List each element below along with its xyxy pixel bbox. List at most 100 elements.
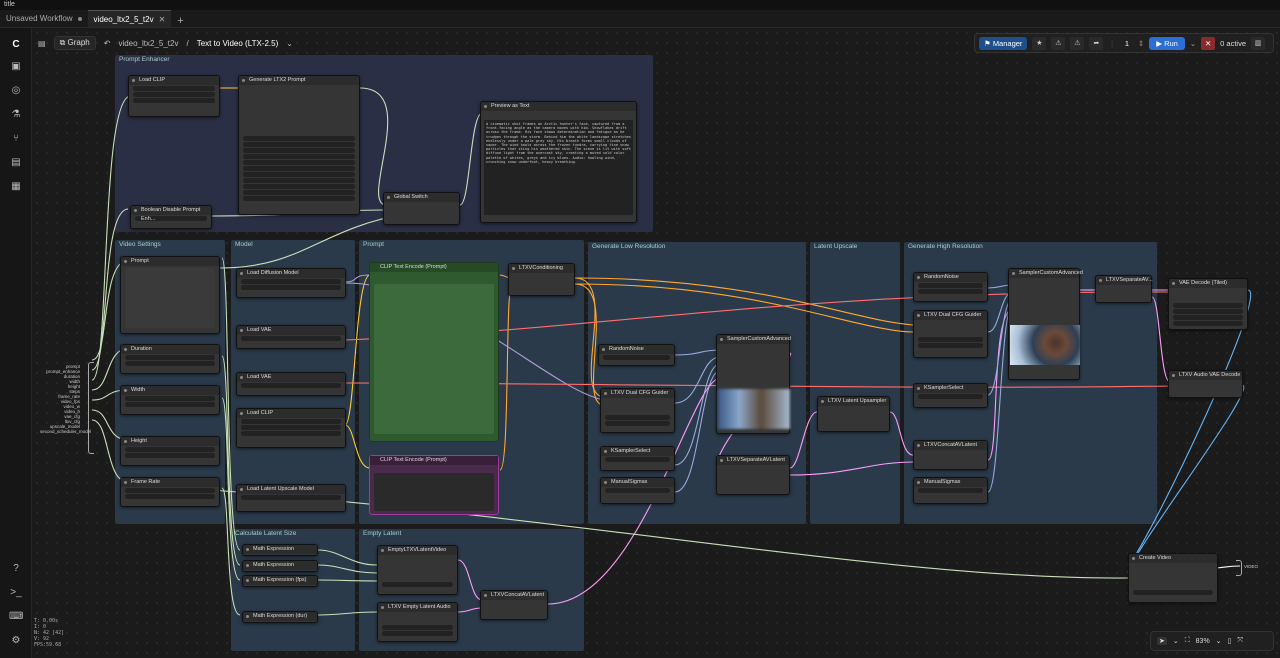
widget[interactable] [241,285,341,290]
widget[interactable] [918,488,983,493]
graph-mode-button[interactable]: ⧉ Graph [53,36,96,50]
widget[interactable] [133,86,215,91]
node-clip-text-negative[interactable]: CLIP Text Encode (Prompt) [369,455,499,515]
node-boolean-switch[interactable]: Boolean Disable Prompt Enh... [130,205,212,229]
node-load-upscale-model[interactable]: Load Latent Upscale Model [236,484,346,512]
node-duration[interactable]: Duration [120,344,220,374]
node-math-expression-3[interactable]: Math Expression (fps) [242,575,318,587]
widget[interactable] [605,457,670,462]
widget[interactable] [241,431,341,436]
stepper-icon[interactable]: ⇕ [1138,39,1144,48]
node-sampler-custom-advanced[interactable]: SamplerCustomAdvanced [716,334,791,434]
node-dual-cfg-guider-2[interactable]: LTXV Dual CFG Guider [913,310,988,358]
widget[interactable] [382,625,453,630]
node-concat-av-2[interactable]: LTXVConcatAVLatent [913,440,988,470]
widget[interactable] [243,172,355,177]
chevron-down-icon[interactable]: ⌄ [1173,637,1179,645]
widget[interactable] [243,190,355,195]
node-separate-av-2[interactable]: LTXVSeparateAV... [1095,275,1153,303]
widget[interactable] [243,160,355,165]
alert-icon[interactable]: ⚠ [1070,36,1085,50]
node-load-clip[interactable]: Load CLIP [128,75,220,117]
node-sampler-custom-advanced-2[interactable]: SamplerCustomAdvanced [1008,268,1083,380]
node-load-vae-audio[interactable]: Load VAE [236,372,346,396]
widget[interactable] [241,336,341,341]
share-icon[interactable]: ➦ [1089,36,1104,50]
pointer-icon[interactable]: ➤ [1157,637,1167,645]
widget[interactable] [125,402,215,407]
node-global-switch[interactable]: Global Switch [383,192,460,225]
widget[interactable] [241,495,341,500]
node-random-noise-2[interactable]: RandomNoise [913,272,988,302]
widget[interactable] [605,421,670,426]
node-ksampler-select[interactable]: KSamplerSelect [600,446,675,471]
node-audio-vae-decode[interactable]: LTXV Audio VAE Decode [1168,370,1243,398]
widget[interactable] [125,355,215,360]
widget[interactable] [603,355,670,360]
widget[interactable] [243,184,355,189]
node-load-diffusion[interactable]: Load Diffusion Model [236,268,346,298]
run-button[interactable]: ▶ Run [1149,36,1185,50]
link-visibility-icon[interactable]: ⤧ [1237,637,1243,645]
widget[interactable] [243,148,355,153]
drag-handle-icon[interactable]: ⋮ [1108,39,1116,48]
widget[interactable] [918,394,983,399]
widget[interactable] [382,582,453,587]
node-random-noise[interactable]: RandomNoise [598,344,675,366]
widget[interactable] [241,383,341,388]
node-ksampler-select-2[interactable]: KSamplerSelect [913,383,988,408]
node-dual-cfg-guider[interactable]: LTXV Dual CFG Guider [600,388,675,433]
widget[interactable] [125,494,215,499]
subgraph-output-node[interactable] [1236,560,1242,576]
widget[interactable] [243,178,355,183]
widget[interactable] [243,136,355,141]
node-load-clip-2[interactable]: Load CLIP [236,408,346,448]
widget[interactable] [133,92,215,97]
breadcrumb[interactable]: video_ltx2_5_t2v [118,39,178,48]
widget[interactable] [1173,321,1243,326]
widget[interactable] [605,415,670,420]
warning-icon[interactable]: ⚠ [1051,36,1066,50]
chevron-down-icon[interactable]: ⌄ [286,39,293,48]
node-generate-ltx2-prompt[interactable]: Generate LTX2 Prompt [238,75,360,215]
widget[interactable] [918,343,983,348]
chevron-down-icon[interactable]: ⌄ [1216,637,1222,645]
widget[interactable] [1133,590,1213,595]
node-manual-sigmas[interactable]: ManualSigmas [600,477,675,504]
widget[interactable] [243,196,355,201]
widget[interactable] [243,154,355,159]
widget[interactable] [133,98,215,103]
widget[interactable] [125,447,215,452]
node-height[interactable]: Height [120,436,220,466]
node-empty-latent-audio[interactable]: LTXV Empty Latent Audio [377,602,458,642]
node-ltxv-conditioning[interactable]: LTXVConditioning [508,263,575,296]
zoom-level[interactable]: 83% [1196,638,1210,645]
widget[interactable] [241,279,341,284]
widget[interactable] [125,361,215,366]
widget[interactable] [241,425,341,430]
widget[interactable] [918,337,983,342]
workflow-title[interactable]: Text to Video (LTX-2.5) [197,39,279,48]
widget[interactable] [243,166,355,171]
widget[interactable] [605,488,670,493]
node-empty-ltxv-latent-video[interactable]: EmptyLTXVLatentVideo [377,545,458,595]
widget[interactable] [382,631,453,636]
cancel-icon[interactable]: ✕ [1201,36,1216,50]
widget[interactable] [125,488,215,493]
node-vae-decode-tiled[interactable]: VAE Decode (Tiled) [1168,278,1248,330]
node-width[interactable]: Width [120,385,220,415]
node-create-video[interactable]: Create Video [1128,553,1218,603]
node-clip-text-positive[interactable]: CLIP Text Encode (Prompt) [369,262,499,442]
fit-view-icon[interactable]: ⛶ [1185,637,1190,645]
widget[interactable] [1173,309,1243,314]
back-icon[interactable]: ↶ [104,39,111,48]
widget[interactable] [125,453,215,458]
node-math-expression-1[interactable]: Math Expression [242,544,318,556]
node-math-expression-2[interactable]: Math Expression [242,560,318,572]
widget[interactable] [241,419,341,424]
node-manual-sigmas-2[interactable]: ManualSigmas [913,477,988,504]
widget[interactable] [125,396,215,401]
widget[interactable] [1173,303,1243,308]
batch-count-input[interactable]: 1 [1121,39,1133,48]
sidebar-toggle-icon[interactable]: ▥ [1251,36,1265,50]
